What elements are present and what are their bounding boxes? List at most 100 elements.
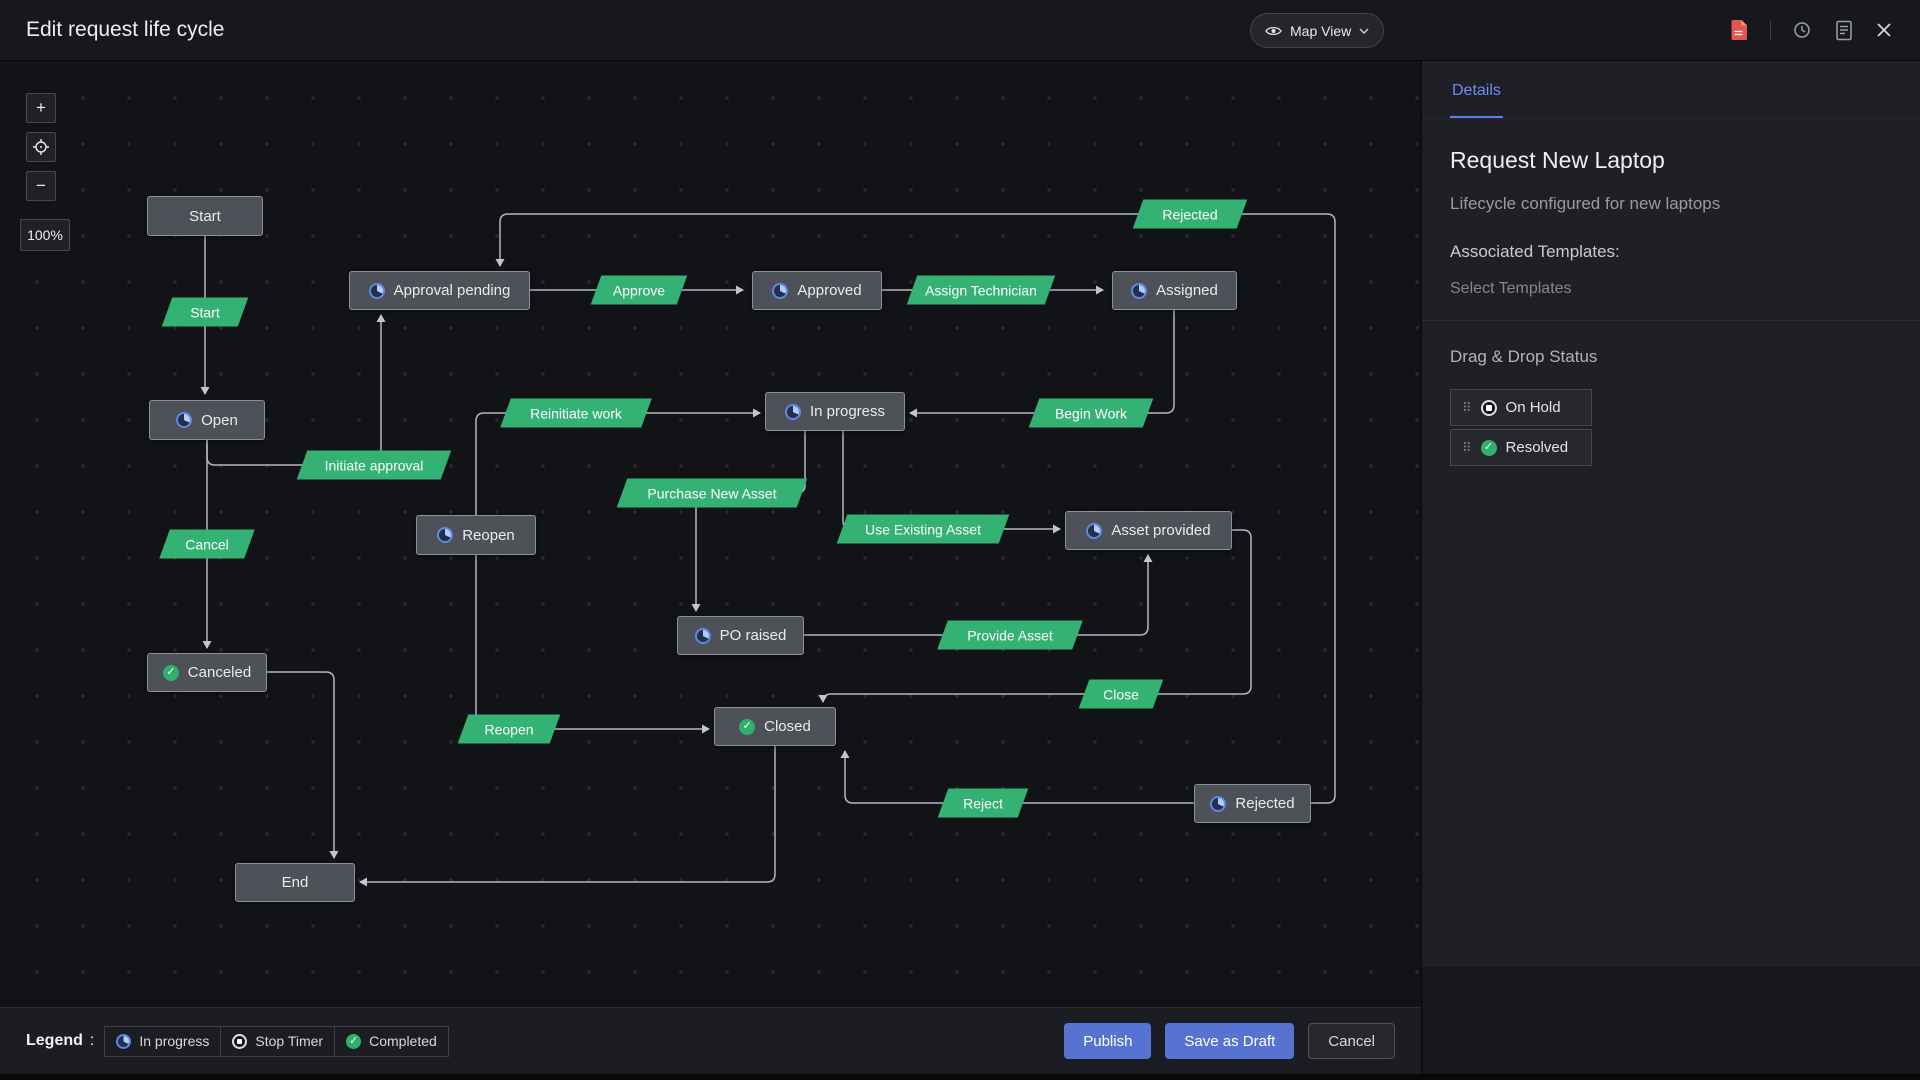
drag-drop-status-label: Drag & Drop Status bbox=[1450, 347, 1892, 367]
transition-label: Reinitiate work bbox=[530, 405, 622, 421]
completed-icon bbox=[1481, 440, 1497, 456]
legend-item-label: In progress bbox=[139, 1033, 209, 1049]
transition-label: Assign Technician bbox=[925, 282, 1037, 298]
node-label: Canceled bbox=[188, 664, 251, 681]
center-view-button[interactable] bbox=[26, 132, 56, 162]
transition-use-existing-asset[interactable]: Use Existing Asset bbox=[842, 515, 1004, 544]
in-progress-icon bbox=[695, 628, 711, 644]
transition-label: Initiate approval bbox=[325, 457, 424, 473]
sidebar-divider bbox=[1422, 320, 1920, 321]
legend: In progress Stop Timer Completed bbox=[105, 1026, 448, 1057]
node-label: Approval pending bbox=[394, 282, 511, 299]
transition-start[interactable]: Start bbox=[167, 298, 243, 327]
zoom-in-button[interactable]: + bbox=[26, 93, 56, 123]
select-templates-link[interactable]: Select Templates bbox=[1450, 280, 1892, 298]
legend-item-stop-timer: Stop Timer bbox=[220, 1026, 335, 1057]
bottom-strip bbox=[0, 1074, 1920, 1080]
node-label: Closed bbox=[764, 718, 811, 735]
document-icon[interactable] bbox=[1833, 18, 1855, 43]
node-in-progress[interactable]: In progress bbox=[765, 392, 905, 431]
legend-label: Legend bbox=[26, 1032, 83, 1050]
close-icon[interactable] bbox=[1874, 20, 1894, 40]
legend-item-completed: Completed bbox=[334, 1026, 449, 1057]
node-open[interactable]: Open bbox=[149, 400, 265, 440]
view-selector-label: Map View bbox=[1290, 23, 1351, 39]
node-approval-pending[interactable]: Approval pending bbox=[349, 271, 530, 310]
node-start[interactable]: Start bbox=[147, 196, 263, 236]
in-progress-icon bbox=[437, 527, 453, 543]
in-progress-icon bbox=[1210, 796, 1226, 812]
drag-handle-icon[interactable]: ⠿ bbox=[1462, 441, 1472, 454]
target-icon bbox=[32, 138, 50, 156]
transition-label: Rejected bbox=[1162, 206, 1217, 222]
transition-cancel[interactable]: Cancel bbox=[165, 530, 250, 559]
transition-reinitiate-work[interactable]: Reinitiate work bbox=[506, 399, 647, 428]
details-panel-body: Details Request New Laptop Lifecycle con… bbox=[1422, 61, 1920, 967]
transition-assign-technician[interactable]: Assign Technician bbox=[912, 276, 1050, 305]
completed-icon bbox=[163, 665, 179, 681]
node-label: Start bbox=[189, 208, 221, 225]
transition-label: Reject bbox=[963, 795, 1003, 811]
footer-bar: Legend : In progress Stop Timer Complete… bbox=[0, 1007, 1421, 1074]
view-selector[interactable]: Map View bbox=[1250, 13, 1384, 48]
transition-label: Purchase New Asset bbox=[647, 485, 776, 501]
in-progress-icon bbox=[369, 283, 385, 299]
transition-initiate-approval[interactable]: Initiate approval bbox=[302, 451, 446, 480]
node-label: Open bbox=[201, 412, 238, 429]
status-chip-resolved[interactable]: ⠿ Resolved bbox=[1450, 429, 1592, 466]
transition-begin-work[interactable]: Begin Work bbox=[1034, 399, 1148, 428]
node-label: Reopen bbox=[462, 527, 515, 544]
in-progress-icon bbox=[176, 412, 192, 428]
in-progress-icon bbox=[772, 283, 788, 299]
node-canceled[interactable]: Canceled bbox=[147, 653, 267, 692]
page-title: Edit request life cycle bbox=[26, 18, 224, 42]
node-layer: Start Open Approval pending Approved Assigne… bbox=[0, 61, 1421, 1007]
legend-colon: : bbox=[90, 1032, 94, 1050]
transition-rejected[interactable]: Rejected bbox=[1138, 200, 1242, 229]
node-reopen[interactable]: Reopen bbox=[416, 515, 536, 555]
tab-bar: Details bbox=[1422, 61, 1920, 119]
transition-label: Begin Work bbox=[1055, 405, 1127, 421]
node-assigned[interactable]: Assigned bbox=[1112, 271, 1237, 310]
completed-icon bbox=[739, 719, 755, 735]
node-asset-provided[interactable]: Asset provided bbox=[1065, 511, 1232, 550]
drag-handle-icon[interactable]: ⠿ bbox=[1462, 401, 1472, 414]
node-label: End bbox=[282, 874, 309, 891]
flow-canvas[interactable]: Start Open Approval pending Approved Assigne… bbox=[0, 61, 1421, 1007]
status-chip-on-hold[interactable]: ⠿ On Hold bbox=[1450, 389, 1592, 426]
transition-provide-asset[interactable]: Provide Asset bbox=[943, 621, 1078, 650]
node-approved[interactable]: Approved bbox=[752, 271, 882, 310]
transition-purchase-new-asset[interactable]: Purchase New Asset bbox=[622, 479, 802, 508]
transition-reject[interactable]: Reject bbox=[943, 789, 1023, 818]
transition-label: Cancel bbox=[185, 536, 229, 552]
in-progress-icon bbox=[1131, 283, 1147, 299]
transition-label: Approve bbox=[613, 282, 665, 298]
pdf-icon[interactable] bbox=[1728, 17, 1751, 43]
transition-reopen[interactable]: Reopen bbox=[463, 715, 555, 744]
stop-timer-icon bbox=[232, 1034, 247, 1049]
transition-label: Use Existing Asset bbox=[865, 521, 981, 537]
legend-item-in-progress: In progress bbox=[104, 1026, 221, 1057]
publish-button[interactable]: Publish bbox=[1064, 1023, 1151, 1059]
legend-item-label: Stop Timer bbox=[255, 1033, 323, 1049]
transition-approve[interactable]: Approve bbox=[596, 276, 682, 305]
node-label: Approved bbox=[797, 282, 861, 299]
node-rejected[interactable]: Rejected bbox=[1194, 784, 1311, 823]
cancel-button[interactable]: Cancel bbox=[1308, 1023, 1395, 1059]
tab-details[interactable]: Details bbox=[1450, 82, 1503, 118]
in-progress-icon bbox=[785, 404, 801, 420]
save-as-draft-button[interactable]: Save as Draft bbox=[1165, 1023, 1294, 1059]
node-po-raised[interactable]: PO raised bbox=[677, 616, 804, 655]
node-label: PO raised bbox=[720, 627, 787, 644]
transition-label: Start bbox=[190, 304, 220, 320]
in-progress-icon bbox=[116, 1034, 131, 1049]
request-subtitle: Lifecycle configured for new laptops bbox=[1450, 194, 1892, 214]
transition-close[interactable]: Close bbox=[1084, 680, 1158, 709]
node-closed[interactable]: Closed bbox=[714, 707, 836, 746]
zoom-out-button[interactable]: − bbox=[26, 171, 56, 201]
node-label: In progress bbox=[810, 403, 885, 420]
header-actions bbox=[1728, 17, 1894, 43]
node-end[interactable]: End bbox=[235, 863, 355, 902]
stop-timer-icon bbox=[1481, 400, 1497, 416]
history-icon[interactable] bbox=[1790, 18, 1814, 42]
